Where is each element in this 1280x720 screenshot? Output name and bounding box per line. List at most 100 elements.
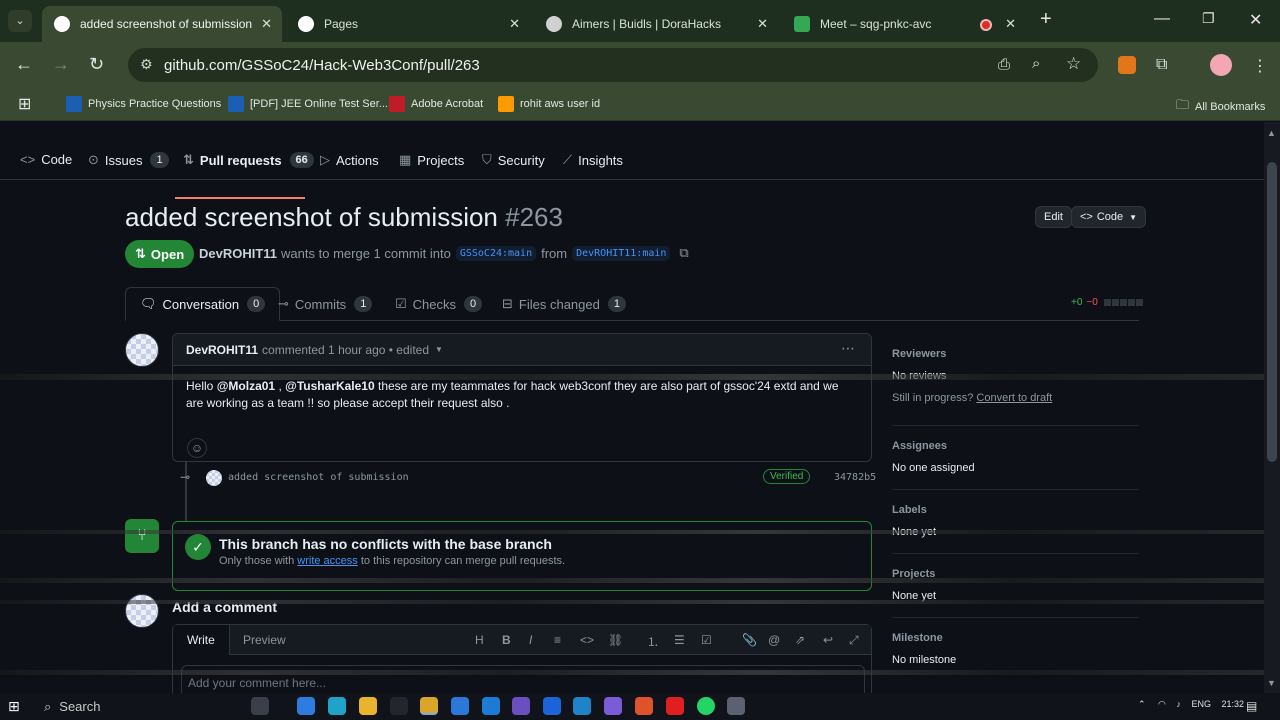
bookmark-acrobat[interactable]: Adobe Acrobat — [389, 96, 483, 112]
attach-icon[interactable]: 📎 — [742, 633, 757, 647]
taskbar-search[interactable]: ⌕ Search — [36, 696, 236, 717]
language-indicator[interactable]: ENG — [1191, 699, 1211, 709]
close-tab-icon[interactable]: ✕ — [509, 16, 520, 32]
assignees-heading[interactable]: Assignees — [892, 440, 947, 452]
volume-icon[interactable]: ♪ — [1176, 699, 1181, 709]
vscode-app-icon[interactable] — [482, 697, 500, 715]
mention-link[interactable]: @Molza01 — [217, 379, 275, 393]
tab-projects[interactable]: ▦ Projects — [399, 152, 464, 168]
close-tab-icon[interactable]: ✕ — [261, 16, 272, 32]
tab-conversation[interactable]: 🗨 Conversation 0 — [125, 287, 281, 321]
avatar[interactable] — [125, 333, 159, 367]
page-scrollbar[interactable]: ▲ ▼ — [1264, 122, 1280, 693]
tab-security[interactable]: ⛉ Security — [482, 152, 545, 168]
bookmark-star-icon[interactable]: ☆ — [1066, 54, 1081, 74]
head-branch[interactable]: DevROHIT11:main — [572, 245, 671, 261]
close-tab-icon[interactable]: ✕ — [757, 16, 768, 32]
tab-search-button[interactable]: ⌄ — [8, 10, 32, 32]
link-icon[interactable]: ⛓ — [608, 633, 623, 647]
numbered-list-icon[interactable]: ⒈ — [647, 633, 659, 650]
code-dropdown-button[interactable]: <> Code ▼ — [1071, 206, 1147, 228]
address-bar[interactable]: ⚙ github.com/GSSoC24/Hack-Web3Conf/pull/… — [128, 48, 1098, 82]
write-access-link[interactable]: write access — [297, 555, 358, 567]
whatsapp-app-icon[interactable] — [697, 697, 715, 715]
app-icon[interactable] — [451, 697, 469, 715]
kebab-menu-icon[interactable]: ⋯ — [841, 340, 855, 357]
browser-tab-meet[interactable]: Meet – sqg-pnkc-avc ✕ — [782, 6, 1026, 42]
clock[interactable]: 21:32 — [1221, 699, 1244, 709]
file-explorer-icon[interactable] — [359, 697, 377, 715]
bullet-list-icon[interactable]: ☰ — [674, 633, 685, 647]
install-app-icon[interactable]: ⎙ — [998, 56, 1010, 73]
tab-pull-requests[interactable]: ⇅ Pull requests 66 — [183, 152, 314, 168]
wifi-icon[interactable]: ◠ — [1158, 699, 1166, 709]
milestone-heading[interactable]: Milestone — [892, 632, 943, 644]
task-view-icon[interactable] — [251, 697, 269, 715]
youtube-app-icon[interactable] — [666, 697, 684, 715]
chrome-app-icon[interactable] — [420, 697, 438, 715]
edge-app-icon[interactable] — [328, 697, 346, 715]
tab-insights[interactable]: ⟋ Insights — [563, 152, 623, 168]
all-bookmarks[interactable]: 🗀 All Bookmarks — [1176, 96, 1265, 118]
quote-icon[interactable]: ≡ — [554, 633, 561, 647]
scroll-up-icon[interactable]: ▲ — [1267, 128, 1276, 138]
reviewers-heading[interactable]: Reviewers — [892, 348, 946, 360]
avatar[interactable] — [206, 470, 222, 486]
task-list-icon[interactable]: ☑ — [701, 633, 712, 647]
metamask-extension-icon[interactable] — [1118, 56, 1136, 74]
bold-icon[interactable]: B — [502, 633, 511, 647]
tab-checks[interactable]: ☑ Checks 0 — [381, 287, 496, 321]
browser-tab-pages[interactable]: Pages ✕ — [286, 6, 530, 42]
restore-icon[interactable]: ❐ — [1202, 10, 1215, 27]
zoom-icon[interactable]: ⌕ — [1032, 55, 1040, 72]
chevron-up-icon[interactable]: ⌃ — [1138, 699, 1146, 709]
mention-icon[interactable]: @ — [768, 633, 780, 647]
windows-start-icon[interactable]: ⊞ — [8, 698, 20, 715]
tab-code[interactable]: <> Code — [20, 152, 72, 167]
commit-message[interactable]: added screenshot of submission — [228, 472, 409, 483]
close-tab-icon[interactable]: ✕ — [1005, 16, 1016, 32]
browser-tab-dorahacks[interactable]: Aimers | Buidls | DoraHacks ✕ — [534, 6, 778, 42]
notifications-icon[interactable]: ▤ — [1246, 699, 1257, 713]
system-tray[interactable]: ⌃ ◠ ♪ ENG 21:32 — [1138, 699, 1244, 710]
copy-icon[interactable]: ⧉ — [679, 245, 688, 261]
edit-button[interactable]: Edit — [1035, 206, 1072, 228]
reply-icon[interactable]: ↩ — [823, 633, 833, 647]
heading-icon[interactable]: H — [475, 633, 484, 647]
settings-app-icon[interactable] — [727, 697, 745, 715]
menu-kebab-icon[interactable]: ⋮ — [1252, 56, 1268, 76]
caret-down-icon[interactable]: ▼ — [435, 345, 443, 354]
verified-badge[interactable]: Verified — [763, 469, 811, 484]
tab-preview[interactable]: Preview — [229, 625, 300, 655]
smiley-icon[interactable]: ☺ — [187, 438, 207, 458]
commit-sha[interactable]: 34782b5 — [834, 472, 876, 483]
mention-link[interactable]: @TusharKale10 — [285, 379, 375, 393]
app-icon[interactable] — [635, 697, 653, 715]
terminal-app-icon[interactable] — [390, 697, 408, 715]
scroll-down-icon[interactable]: ▼ — [1267, 678, 1276, 688]
bookmark-aws[interactable]: rohit aws user id — [498, 96, 600, 112]
author-link[interactable]: DevROHIT11 — [199, 246, 277, 261]
italic-icon[interactable]: I — [529, 633, 532, 647]
reload-icon[interactable]: ↻ — [89, 54, 104, 75]
app-icon[interactable] — [604, 697, 622, 715]
forward-icon[interactable]: → — [52, 54, 70, 75]
apps-grid-icon[interactable]: ⊞ — [18, 94, 31, 114]
tab-write[interactable]: Write — [173, 625, 230, 655]
scroll-thumb[interactable] — [1267, 162, 1277, 462]
browser-tab-github-pr[interactable]: added screenshot of submission by D ✕ — [42, 6, 282, 42]
tab-issues[interactable]: ⊙ Issues 1 — [88, 152, 169, 168]
labels-heading[interactable]: Labels — [892, 504, 927, 516]
bookmark-jee[interactable]: [PDF] JEE Online Test Ser... — [228, 96, 388, 112]
base-branch[interactable]: GSSoC24:main — [455, 245, 537, 261]
bookmark-physics[interactable]: Physics Practice Questions — [66, 96, 221, 112]
zoom-app-icon[interactable] — [543, 697, 561, 715]
site-info-icon[interactable]: ⚙ — [140, 56, 153, 73]
profile-avatar[interactable] — [1210, 54, 1232, 76]
fullscreen-icon[interactable]: ⤢ — [849, 633, 859, 648]
new-tab-icon[interactable]: + — [1040, 8, 1052, 31]
extensions-icon[interactable]: ⧉ — [1156, 56, 1167, 74]
minimize-icon[interactable]: — — [1154, 10, 1170, 28]
back-icon[interactable]: ← — [15, 54, 33, 75]
close-window-icon[interactable]: ✕ — [1249, 10, 1262, 30]
